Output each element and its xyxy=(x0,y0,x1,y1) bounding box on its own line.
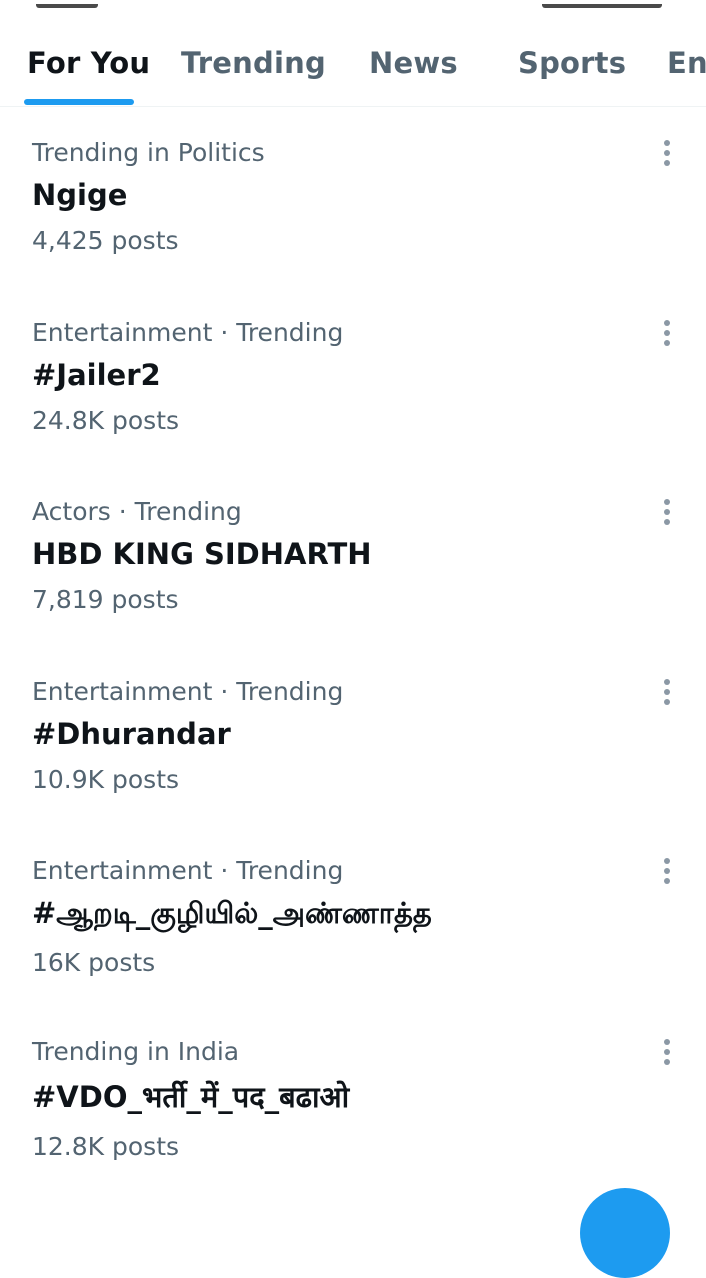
status-bar xyxy=(0,0,706,14)
more-vertical-icon[interactable] xyxy=(656,1037,678,1067)
trend-post-count: 24.8K posts xyxy=(32,406,180,435)
tab-sports[interactable]: Sports xyxy=(518,46,626,80)
trend-post-count: 10.9K posts xyxy=(32,765,180,794)
trend-item[interactable]: Trending in Politics Ngige 4,425 posts xyxy=(0,138,706,318)
trend-context: Trending in Politics xyxy=(32,138,265,167)
trend-topic: #VDO_भर्ती_में_पद_बढाओ xyxy=(32,1080,350,1114)
trend-item[interactable]: Entertainment · Trending #Jailer2 24.8K … xyxy=(0,318,706,498)
trend-topic: #ஆறடி_குழியில்_அண்ணாத்த xyxy=(32,896,432,930)
more-vertical-icon[interactable] xyxy=(656,856,678,886)
more-vertical-icon[interactable] xyxy=(656,318,678,348)
trend-topic: HBD KING SIDHARTH xyxy=(32,537,372,571)
trend-context: Entertainment · Trending xyxy=(32,856,344,885)
more-vertical-icon[interactable] xyxy=(656,497,678,527)
explore-tabs: For You Trending News Sports Ent xyxy=(0,14,706,107)
trend-context: Actors · Trending xyxy=(32,497,242,526)
trend-topic: #Jailer2 xyxy=(32,358,161,392)
trend-context: Trending in India xyxy=(32,1037,240,1066)
tab-trending[interactable]: Trending xyxy=(181,46,326,80)
more-vertical-icon[interactable] xyxy=(656,677,678,707)
more-vertical-icon[interactable] xyxy=(656,138,678,168)
trend-item[interactable]: Entertainment · Trending #ஆறடி_குழியில்_… xyxy=(0,856,706,1036)
trend-item[interactable]: Entertainment · Trending #Dhurandar 10.9… xyxy=(0,677,706,857)
tab-entertainment[interactable]: Ent xyxy=(667,46,706,80)
trend-context: Entertainment · Trending xyxy=(32,677,344,706)
trend-topic: #Dhurandar xyxy=(32,717,231,751)
status-bar-time xyxy=(36,0,98,8)
trend-item[interactable]: Actors · Trending HBD KING SIDHARTH 7,81… xyxy=(0,497,706,677)
trend-context: Entertainment · Trending xyxy=(32,318,344,347)
tab-news[interactable]: News xyxy=(369,46,458,80)
active-tab-indicator xyxy=(24,99,134,105)
trend-post-count: 12.8K posts xyxy=(32,1132,180,1161)
trend-post-count: 16K posts xyxy=(32,948,156,977)
status-bar-icons xyxy=(542,0,662,8)
trend-topic: Ngige xyxy=(32,178,128,212)
trend-item[interactable]: Trending in India #VDO_भर्ती_में_पद_बढाओ… xyxy=(0,1037,706,1217)
compose-fab[interactable] xyxy=(580,1188,670,1278)
trend-post-count: 4,425 posts xyxy=(32,226,179,255)
trend-post-count: 7,819 posts xyxy=(32,585,179,614)
tab-for-you[interactable]: For You xyxy=(27,46,150,80)
